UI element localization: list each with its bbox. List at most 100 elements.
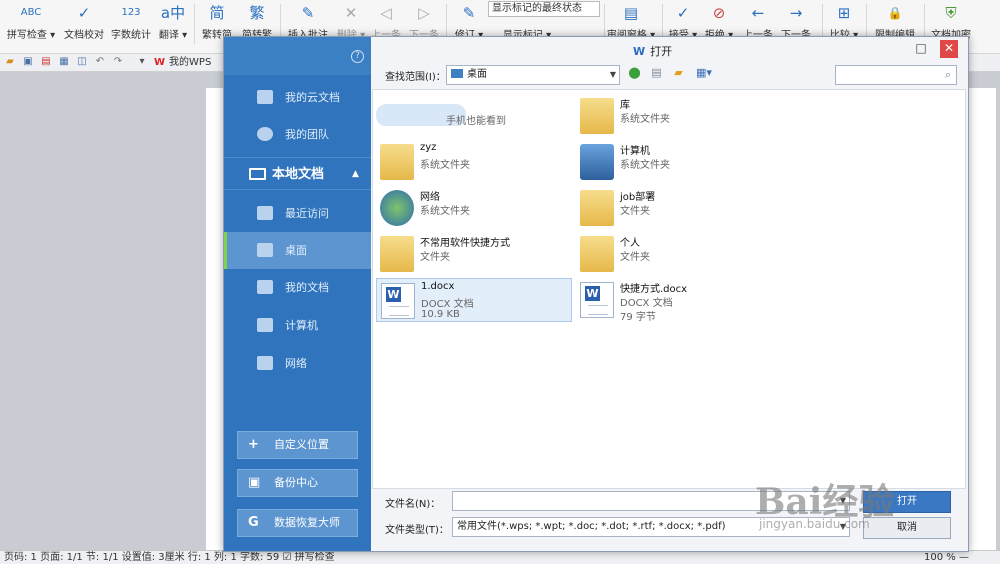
customize-dropdown-icon[interactable]: ▾ bbox=[136, 56, 148, 68]
filetype-label: 文件类型(T)： bbox=[385, 525, 449, 536]
chevron-down-icon: ▼ bbox=[839, 496, 846, 505]
wps-writer-icon: W bbox=[633, 45, 646, 58]
word-count-button[interactable]: 123 字数统计 bbox=[108, 2, 154, 46]
list-item[interactable]: 不常用软件快捷方式 文件夹 bbox=[376, 232, 572, 276]
zoom-level[interactable]: 100 % — bbox=[924, 551, 969, 564]
dialog-main: W 打开 □ ✕ 查找范围(I)： 桌面 ▼ ⬤ ▤ ▰ ▦▾ ⌕ 手机也能看到 库… bbox=[371, 37, 968, 551]
sidebar-item-team[interactable]: 我的团队 bbox=[224, 116, 371, 153]
list-item[interactable]: 库系统文件夹 bbox=[576, 94, 772, 138]
my-wps-tab[interactable]: W 我的WPS bbox=[154, 55, 211, 70]
close-button[interactable]: ✕ bbox=[940, 40, 958, 58]
accept-icon: ✓ bbox=[676, 4, 690, 22]
backup-icon: ▣ bbox=[248, 475, 261, 490]
cancel-button[interactable]: 取消 bbox=[863, 517, 951, 539]
filetype-select[interactable]: 常用文件(*.wps; *.wpt; *.doc; *.dot; *.rtf; … bbox=[452, 517, 850, 537]
restrict-edit-icon: 🔒 bbox=[887, 6, 903, 20]
custom-location-button[interactable]: + 自定义位置 bbox=[237, 431, 358, 459]
translate-icon: a中 bbox=[160, 4, 186, 22]
undo-icon[interactable]: ↶ bbox=[94, 56, 106, 68]
list-item[interactable]: 快捷方式.docxDOCX 文档79 字节 bbox=[576, 278, 772, 323]
list-item[interactable]: 网络 系统文件夹 bbox=[376, 186, 572, 230]
word-doc-icon bbox=[580, 282, 614, 318]
list-item[interactable]: job部署 文件夹 bbox=[576, 186, 772, 230]
folder-icon bbox=[580, 236, 614, 272]
chevron-down-icon: ▼ bbox=[839, 522, 846, 531]
word-count-icon: 123 bbox=[121, 7, 141, 18]
library-icon bbox=[580, 98, 614, 134]
sidebar-item-network[interactable]: 网络 bbox=[224, 345, 371, 382]
backup-center-button[interactable]: ▣ 备份中心 bbox=[237, 469, 358, 497]
open-file-dialog: ? 我的云文档 我的团队 本地文档 ▲ 最近访问 桌面 我的文档 计算机 网络 +… bbox=[223, 36, 969, 552]
recent-icon bbox=[257, 206, 273, 220]
my-docs-icon bbox=[257, 280, 273, 294]
redo-icon[interactable]: ↷ bbox=[112, 56, 124, 68]
chevron-down-icon: ▼ bbox=[609, 70, 616, 79]
export-pdf-icon[interactable]: ▤ bbox=[40, 56, 52, 68]
list-item[interactable]: 计算机 系统文件夹 bbox=[576, 140, 772, 184]
dialog-titlebar: W 打开 □ ✕ bbox=[371, 37, 968, 63]
encrypt-icon: ⛨ bbox=[945, 4, 957, 22]
cloud-docs-icon bbox=[257, 90, 273, 104]
sidebar-item-desktop[interactable]: 桌面 bbox=[224, 232, 371, 269]
word-doc-icon bbox=[381, 283, 415, 319]
list-item[interactable]: 1.docxDOCX 文档10.9 KB bbox=[376, 278, 572, 322]
print-icon[interactable]: ▦ bbox=[58, 56, 70, 68]
local-docs-section[interactable]: 本地文档 ▲ bbox=[224, 157, 371, 190]
filename-field[interactable]: ▼ bbox=[452, 491, 850, 511]
maximize-button[interactable]: □ bbox=[912, 40, 930, 58]
desktop-small-icon bbox=[451, 69, 463, 78]
lookin-select[interactable]: 桌面 ▼ bbox=[446, 65, 620, 85]
plus-icon: + bbox=[248, 437, 259, 452]
next-comment-icon: ▷ bbox=[418, 4, 430, 22]
selection-bar bbox=[224, 232, 227, 269]
sidebar-item-computer[interactable]: 计算机 bbox=[224, 307, 371, 344]
open-folder-icon[interactable]: ▰ bbox=[4, 56, 16, 68]
help-icon[interactable]: ? bbox=[351, 50, 364, 63]
data-recovery-button[interactable]: G 数据恢复大师 bbox=[237, 509, 358, 537]
insert-comment-icon: ✎ bbox=[301, 4, 315, 22]
status-bar: 页码: 1 页面: 1/1 节: 1/1 设置值: 3厘米 行: 1 列: 1 … bbox=[0, 550, 1000, 564]
user-folder-icon bbox=[380, 144, 414, 180]
up-folder-icon[interactable]: ▤ bbox=[649, 65, 664, 80]
next-change-icon: → bbox=[789, 4, 803, 22]
markup-state-select[interactable]: 显示标记的最终状态 bbox=[488, 1, 600, 17]
new-folder-icon[interactable]: ▰ bbox=[671, 65, 686, 80]
prev-comment-icon: ◁ bbox=[380, 4, 392, 22]
simp-to-trad-icon: 繁 bbox=[249, 4, 265, 22]
file-list[interactable]: 手机也能看到 库系统文件夹 zyz 系统文件夹 计算机 系统文件夹 网络 系统文件夹 … bbox=[372, 89, 966, 489]
network-icon bbox=[257, 356, 273, 370]
trad-to-simp-icon: 简 bbox=[209, 4, 225, 22]
dialog-title: W 打开 bbox=[633, 45, 673, 58]
open-button[interactable]: 打开 bbox=[863, 491, 951, 513]
track-changes-icon: ✎ bbox=[462, 4, 476, 22]
folder-icon bbox=[380, 236, 414, 272]
view-menu-icon[interactable]: ▦▾ bbox=[693, 65, 715, 80]
list-item[interactable]: 个人 文件夹 bbox=[576, 232, 772, 276]
network-icon bbox=[380, 190, 414, 226]
spell-check-button[interactable]: ABC 拼写检查 ▾ bbox=[4, 2, 58, 46]
prev-change-icon: ← bbox=[751, 4, 765, 22]
sidebar-item-cloud-docs[interactable]: 我的云文档 bbox=[224, 79, 371, 116]
save-icon[interactable]: ▣ bbox=[22, 56, 34, 68]
desktop-icon bbox=[257, 243, 273, 257]
sidebar-header bbox=[224, 37, 371, 75]
recovery-icon: G bbox=[248, 515, 259, 530]
dialog-sidebar: ? 我的云文档 我的团队 本地文档 ▲ 最近访问 桌面 我的文档 计算机 网络 +… bbox=[224, 37, 371, 551]
reject-icon: ⊘ bbox=[712, 4, 726, 22]
compare-icon: ⊞ bbox=[837, 4, 851, 22]
monitor-icon bbox=[249, 168, 266, 180]
sidebar-item-recent[interactable]: 最近访问 bbox=[224, 195, 371, 232]
collapse-arrow-icon[interactable]: ▲ bbox=[352, 158, 359, 191]
sidebar-item-my-docs[interactable]: 我的文档 bbox=[224, 269, 371, 306]
print-preview-icon[interactable]: ◫ bbox=[76, 56, 88, 68]
wps-logo-icon: W bbox=[154, 57, 166, 68]
computer-icon bbox=[580, 144, 614, 180]
list-item[interactable]: 手机也能看到 bbox=[376, 94, 572, 138]
back-icon[interactable]: ⬤ bbox=[627, 65, 642, 80]
review-pane-icon: ▤ bbox=[623, 4, 639, 22]
search-input[interactable]: ⌕ bbox=[835, 65, 957, 85]
spell-check-icon: ABC bbox=[20, 7, 42, 18]
proofread-button[interactable]: ✓ 文档校对 bbox=[62, 2, 106, 46]
list-item[interactable]: zyz 系统文件夹 bbox=[376, 140, 572, 184]
translate-button[interactable]: a中 翻译 ▾ bbox=[156, 2, 190, 46]
